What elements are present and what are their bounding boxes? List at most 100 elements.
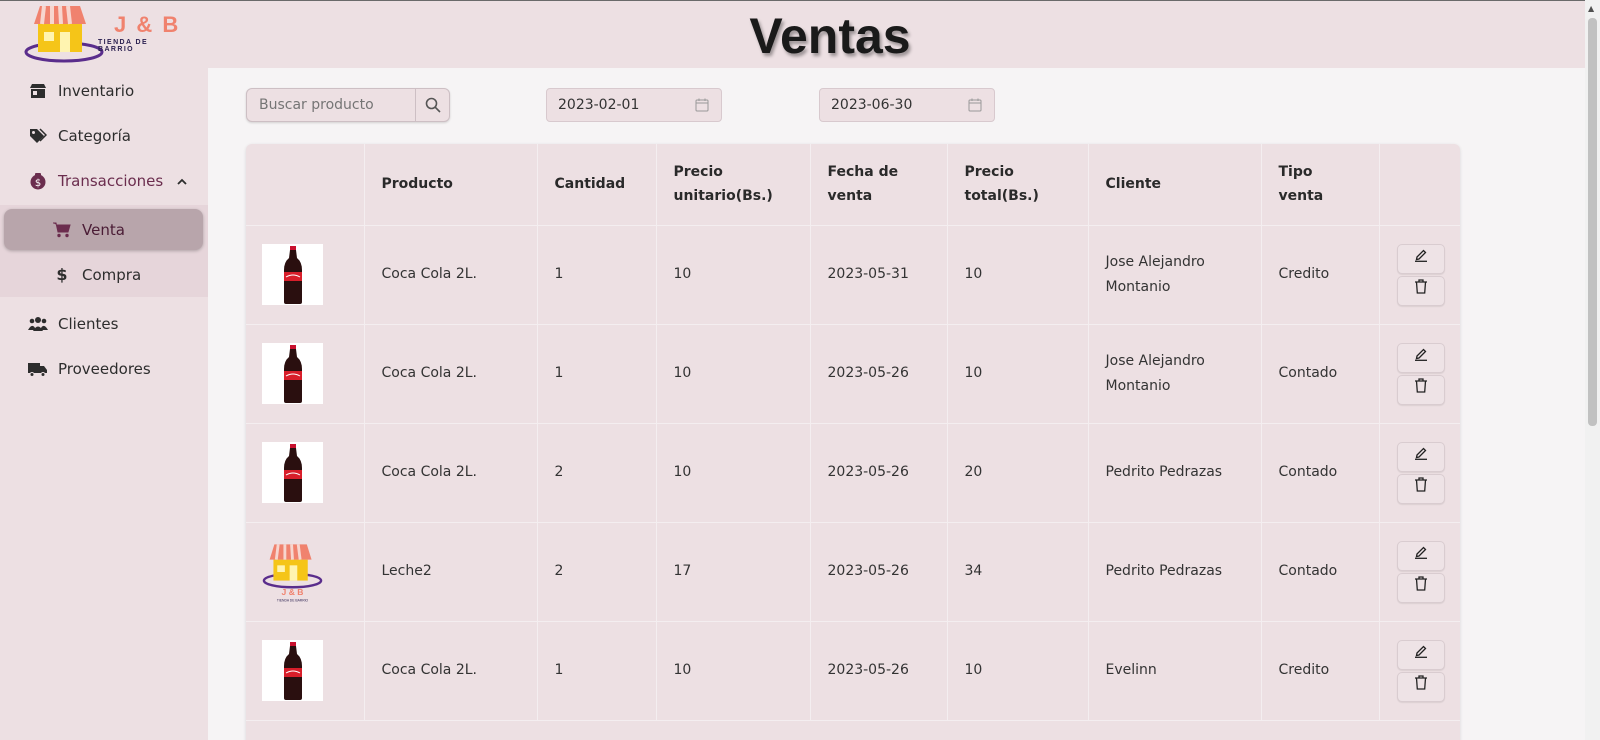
date-to-field[interactable]: 2023-06-30 (819, 88, 995, 122)
date-to-value: 2023-06-30 (831, 97, 913, 113)
delete-button[interactable] (1396, 572, 1445, 603)
cell-cliente: Pedrito Pedrazas (1088, 423, 1262, 523)
cell-cliente: Jose Alejandro Montanio (1088, 225, 1262, 325)
product-image-cell (246, 423, 365, 523)
users-icon (28, 314, 48, 334)
cell-fecha: 2023-05-26 (810, 324, 948, 424)
search-input[interactable] (247, 89, 415, 121)
sidebar-item-label: Proveedores (58, 360, 151, 378)
column-header-producto[interactable]: Producto (364, 144, 538, 226)
sidebar-item-inventario[interactable]: Inventario (0, 70, 208, 112)
product-thumbnail (262, 343, 323, 404)
cell-producto: Leche2 (364, 522, 538, 622)
trash-icon (1414, 674, 1428, 699)
cell-cantidad: 2 (537, 522, 657, 622)
search-box (246, 88, 450, 122)
top-bar: J & B TIENDA DE BARRIO Ventas (0, 0, 1585, 68)
delete-button[interactable] (1396, 275, 1445, 306)
svg-text:J & B: J & B (282, 586, 304, 596)
cell-precio-total: 10 (947, 225, 1089, 325)
store-icon (28, 81, 48, 101)
cell-precio-total: 10 (947, 324, 1089, 424)
cell-precio-unitario: 10 (656, 324, 811, 424)
calendar-icon[interactable] (695, 98, 709, 112)
edit-button[interactable] (1396, 540, 1445, 571)
table-row: J & B TIENDA DE BARRIO Leche2 2 17 2023-05-26… (246, 522, 1460, 622)
cell-fecha: 2023-05-26 (810, 423, 948, 523)
cell-producto: Coca Cola 2L. (364, 621, 538, 721)
sidebar-item-clientes[interactable]: Clientes (0, 303, 208, 345)
cell-precio-unitario: 10 (656, 423, 811, 523)
sidebar-item-label: Venta (82, 220, 125, 239)
cell-fecha: 2023-05-26 (810, 522, 948, 622)
cell-cantidad: 1 (537, 225, 657, 325)
product-thumbnail (262, 640, 323, 701)
actions-cell (1379, 324, 1460, 424)
svg-text:TIENDA DE BARRIO: TIENDA DE BARRIO (277, 598, 309, 602)
column-header-precio-total[interactable]: Precio total(Bs.) (947, 144, 1089, 226)
cell-cantidad: 1 (537, 621, 657, 721)
sidebar-item-compra[interactable]: $ Compra (4, 254, 203, 295)
cart-icon (52, 222, 72, 238)
scroll-up-arrow-icon[interactable]: ▲ (1588, 4, 1594, 13)
sidebar-item-categoria[interactable]: Categoría (0, 115, 208, 157)
edit-button[interactable] (1396, 243, 1445, 274)
cell-precio-total: 10 (947, 621, 1089, 721)
sidebar-item-transacciones[interactable]: $ Transacciones (0, 160, 208, 202)
cell-cliente: Pedrito Pedrazas (1088, 522, 1262, 622)
cell-tipo: Contado (1261, 324, 1380, 424)
column-header-fecha[interactable]: Fecha de venta (810, 144, 948, 226)
column-header-cantidad[interactable]: Cantidad (537, 144, 657, 226)
table-row: Coca Cola 2L. 1 10 2023-05-26 10 Evelinn Credi… (246, 621, 1460, 721)
column-header-cliente[interactable]: Cliente (1088, 144, 1262, 226)
store-logo-thumbnail: J & B TIENDA DE BARRIO (262, 541, 323, 602)
column-header-tipo[interactable]: Tipo venta (1261, 144, 1380, 226)
tags-icon (28, 126, 48, 146)
cell-tipo: Contado (1261, 423, 1380, 523)
sidebar-item-proveedores[interactable]: Proveedores (0, 348, 208, 390)
sidebar-item-venta[interactable]: Venta (4, 209, 203, 250)
delete-button[interactable] (1396, 671, 1445, 702)
search-icon (425, 97, 441, 113)
product-image-cell (246, 621, 365, 721)
page-title: Ventas (749, 8, 911, 64)
table-row: Coca Cola 2L. 1 10 2023-05-31 10 Jose Alejand… (246, 225, 1460, 325)
cell-fecha: 2023-05-31 (810, 225, 948, 325)
scrollbar[interactable]: ▲ (1585, 0, 1600, 740)
cell-precio-total: 20 (947, 423, 1089, 523)
pencil-icon (1414, 543, 1428, 568)
calendar-icon[interactable] (968, 98, 982, 112)
delete-button[interactable] (1396, 374, 1445, 405)
pencil-icon (1414, 345, 1428, 370)
actions-cell (1379, 621, 1460, 721)
sidebar-item-label: Categoría (58, 127, 132, 145)
sidebar-item-label: Transacciones (58, 172, 164, 190)
product-image-cell (246, 225, 365, 325)
edit-button[interactable] (1396, 441, 1445, 472)
chevron-up-icon[interactable] (177, 174, 187, 188)
edit-button[interactable] (1396, 342, 1445, 373)
trash-icon (1414, 278, 1428, 303)
cell-producto: Coca Cola 2L. (364, 324, 538, 424)
delete-button[interactable] (1396, 473, 1445, 504)
actions-cell (1379, 225, 1460, 325)
store-logo-icon (24, 5, 104, 63)
date-from-field[interactable]: 2023-02-01 (546, 88, 722, 122)
cell-cantidad: 1 (537, 324, 657, 424)
cell-tipo: Credito (1261, 225, 1380, 325)
column-header-precio-unitario[interactable]: Precio unitario(Bs.) (656, 144, 811, 226)
truck-icon (28, 359, 48, 379)
cell-tipo: Contado (1261, 522, 1380, 622)
sidebar-item-label: Compra (82, 265, 142, 284)
trash-icon (1414, 377, 1428, 402)
pencil-icon (1414, 642, 1428, 667)
dollar-icon: $ (56, 265, 68, 284)
trash-icon (1414, 575, 1428, 600)
cell-producto: Coca Cola 2L. (364, 423, 538, 523)
table-row: Coca Cola 2L. 2 10 2023-05-26 20 Pedrito Pedr… (246, 423, 1460, 523)
edit-button[interactable] (1396, 639, 1445, 670)
brand-logo[interactable]: J & B TIENDA DE BARRIO (24, 2, 184, 64)
search-button[interactable] (415, 89, 449, 121)
sidebar: Inventario Categoría $ Transacciones Ven… (0, 68, 208, 740)
scroll-thumb[interactable] (1588, 18, 1597, 426)
